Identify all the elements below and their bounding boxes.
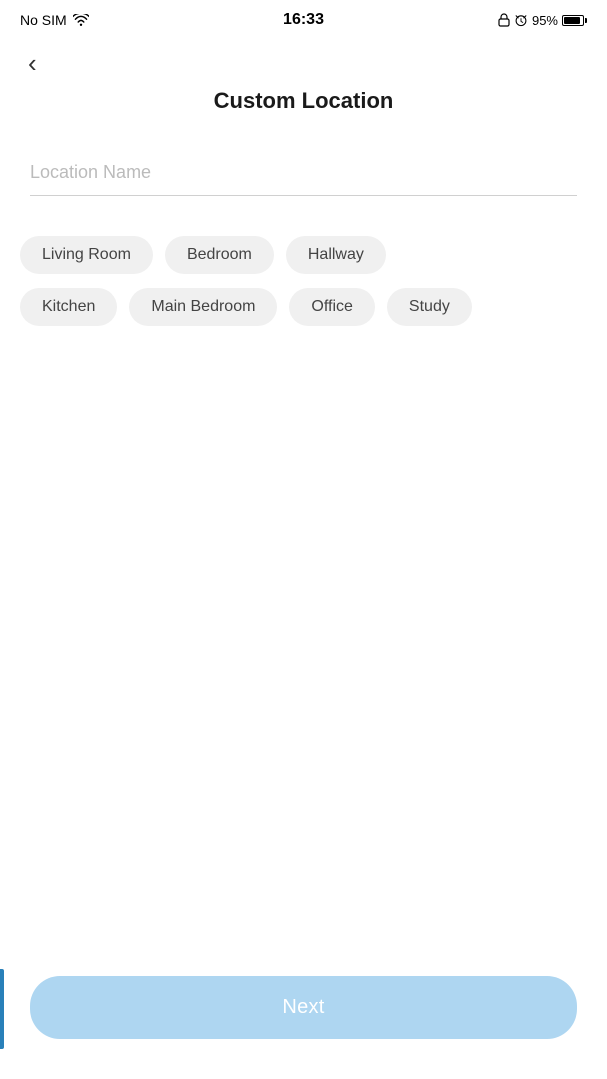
alarm-icon	[514, 13, 528, 27]
chips-row-1: Living Room Bedroom Hallway	[20, 236, 587, 274]
chips-row-2: Kitchen Main Bedroom Office Study	[20, 288, 587, 326]
page-title: Custom Location	[0, 88, 607, 114]
carrier-label: No SIM	[20, 12, 67, 28]
back-button[interactable]: ‹	[20, 44, 45, 83]
back-icon: ‹	[28, 48, 37, 78]
next-button[interactable]: Next	[30, 976, 577, 1039]
next-button-container: Next	[30, 976, 577, 1039]
status-right: 95%	[498, 13, 587, 28]
chip-office[interactable]: Office	[289, 288, 375, 326]
accent-bar	[0, 969, 4, 1049]
wifi-icon	[73, 14, 89, 26]
chip-bedroom[interactable]: Bedroom	[165, 236, 274, 274]
lock-icon	[498, 13, 510, 27]
chip-living-room[interactable]: Living Room	[20, 236, 153, 274]
chip-hallway[interactable]: Hallway	[286, 236, 386, 274]
chip-study[interactable]: Study	[387, 288, 472, 326]
status-time: 16:33	[283, 11, 324, 29]
location-name-input[interactable]	[30, 154, 577, 196]
status-left: No SIM	[20, 12, 89, 28]
status-bar: No SIM 16:33 95%	[0, 0, 607, 36]
battery-pct: 95%	[532, 13, 558, 28]
chip-main-bedroom[interactable]: Main Bedroom	[129, 288, 277, 326]
chips-section: Living Room Bedroom Hallway Kitchen Main…	[20, 236, 587, 326]
battery-icon	[562, 15, 587, 26]
input-section	[30, 154, 577, 196]
chip-kitchen[interactable]: Kitchen	[20, 288, 117, 326]
